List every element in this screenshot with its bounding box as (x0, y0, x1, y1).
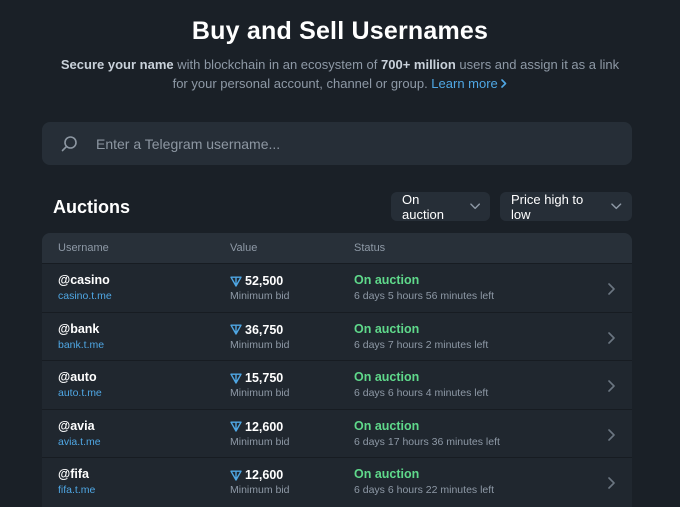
row-value: 15,750 (245, 371, 284, 385)
search-input[interactable] (96, 135, 632, 152)
ton-icon (230, 276, 242, 287)
row-time-left: 6 days 5 hours 56 minutes left (354, 290, 495, 302)
row-link[interactable]: avia.t.me (58, 436, 101, 448)
status-filter-label: On auction (402, 191, 444, 222)
table-header: Username Value Status (42, 233, 632, 263)
row-value: 36,750 (245, 322, 284, 337)
table-row[interactable]: @auto auto.t.me 15,750 Minimum bid On auct… (42, 360, 632, 409)
row-value: 12,600 (245, 419, 284, 434)
subtitle-text-1: with blockchain in an ecosystem of (173, 57, 381, 72)
ton-icon (230, 470, 242, 481)
ton-icon (230, 324, 242, 335)
subtitle-bold-users: 700+ million (381, 57, 456, 72)
chevron-right-icon (608, 477, 615, 489)
row-username: @auto (58, 370, 97, 384)
ton-icon (230, 373, 242, 384)
row-username: @fifa (58, 467, 89, 481)
chevron-right-icon (501, 79, 507, 88)
auctions-table: Username Value Status @casino casino.t.me… (42, 233, 632, 507)
row-link[interactable]: casino.t.me (58, 290, 112, 302)
row-time-left: 6 days 7 hours 2 minutes left (354, 338, 489, 351)
column-header-value: Value (230, 242, 258, 254)
chevron-down-icon (611, 203, 622, 210)
row-value-caption: Minimum bid (230, 435, 290, 448)
row-time-left: 6 days 6 hours 4 minutes left (354, 387, 489, 399)
search-bar (42, 122, 632, 165)
chevron-right-icon (608, 380, 615, 392)
row-value: 12,600 (245, 468, 284, 482)
row-link[interactable]: auto.t.me (58, 387, 102, 399)
row-link[interactable]: bank.t.me (58, 339, 104, 351)
status-filter-dropdown[interactable]: On auction (391, 191, 490, 222)
page-subtitle: Secure your name with blockchain in an e… (60, 55, 620, 93)
chevron-right-icon (608, 428, 615, 441)
subtitle-bold-name: Secure your name (60, 57, 174, 72)
learn-more-link[interactable]: Learn more (431, 76, 507, 91)
page-title: Buy and Sell Usernames (191, 17, 489, 45)
chevron-right-icon (608, 331, 615, 344)
table-row[interactable]: @bank bank.t.me 36,750 Minimum bid On auct… (42, 311, 632, 361)
row-value-caption: Minimum bid (230, 484, 290, 496)
table-row[interactable]: @avia avia.t.me 12,600 Minimum bid On auct… (42, 408, 632, 458)
search-icon (61, 135, 77, 151)
row-value-caption: Minimum bid (230, 290, 290, 302)
sort-dropdown[interactable]: Price high to low (500, 191, 632, 222)
row-time-left: 6 days 6 hours 22 minutes left (354, 484, 495, 496)
auctions-heading: Auctions (53, 197, 131, 217)
chevron-down-icon (469, 203, 480, 210)
row-link[interactable]: fifa.t.me (58, 484, 95, 496)
learn-more-label: Learn more (431, 76, 498, 91)
table-row[interactable]: @casino casino.t.me 52,500 Minimum bid On … (42, 263, 632, 312)
column-header-username: Username (58, 242, 109, 254)
row-value: 52,500 (245, 274, 284, 288)
page: Buy and Sell Usernames Secure your name … (0, 0, 680, 507)
row-status: On auction (354, 467, 420, 481)
row-status: On auction (354, 321, 420, 336)
row-time-left: 6 days 17 hours 36 minutes left (354, 435, 500, 448)
row-status: On auction (354, 370, 420, 384)
table-row[interactable]: @fifa fifa.t.me 12,600 Minimum bid On auct… (42, 457, 632, 506)
ton-icon (230, 421, 242, 432)
row-username: @avia (58, 418, 95, 433)
chevron-right-icon (608, 283, 615, 295)
row-username: @casino (58, 273, 110, 287)
row-value-caption: Minimum bid (230, 338, 290, 351)
row-status: On auction (354, 273, 420, 287)
row-value-caption: Minimum bid (230, 387, 290, 399)
row-username: @bank (58, 321, 100, 336)
column-header-status: Status (354, 242, 386, 254)
row-status: On auction (354, 418, 420, 433)
sort-label: Price high to low (511, 191, 584, 222)
